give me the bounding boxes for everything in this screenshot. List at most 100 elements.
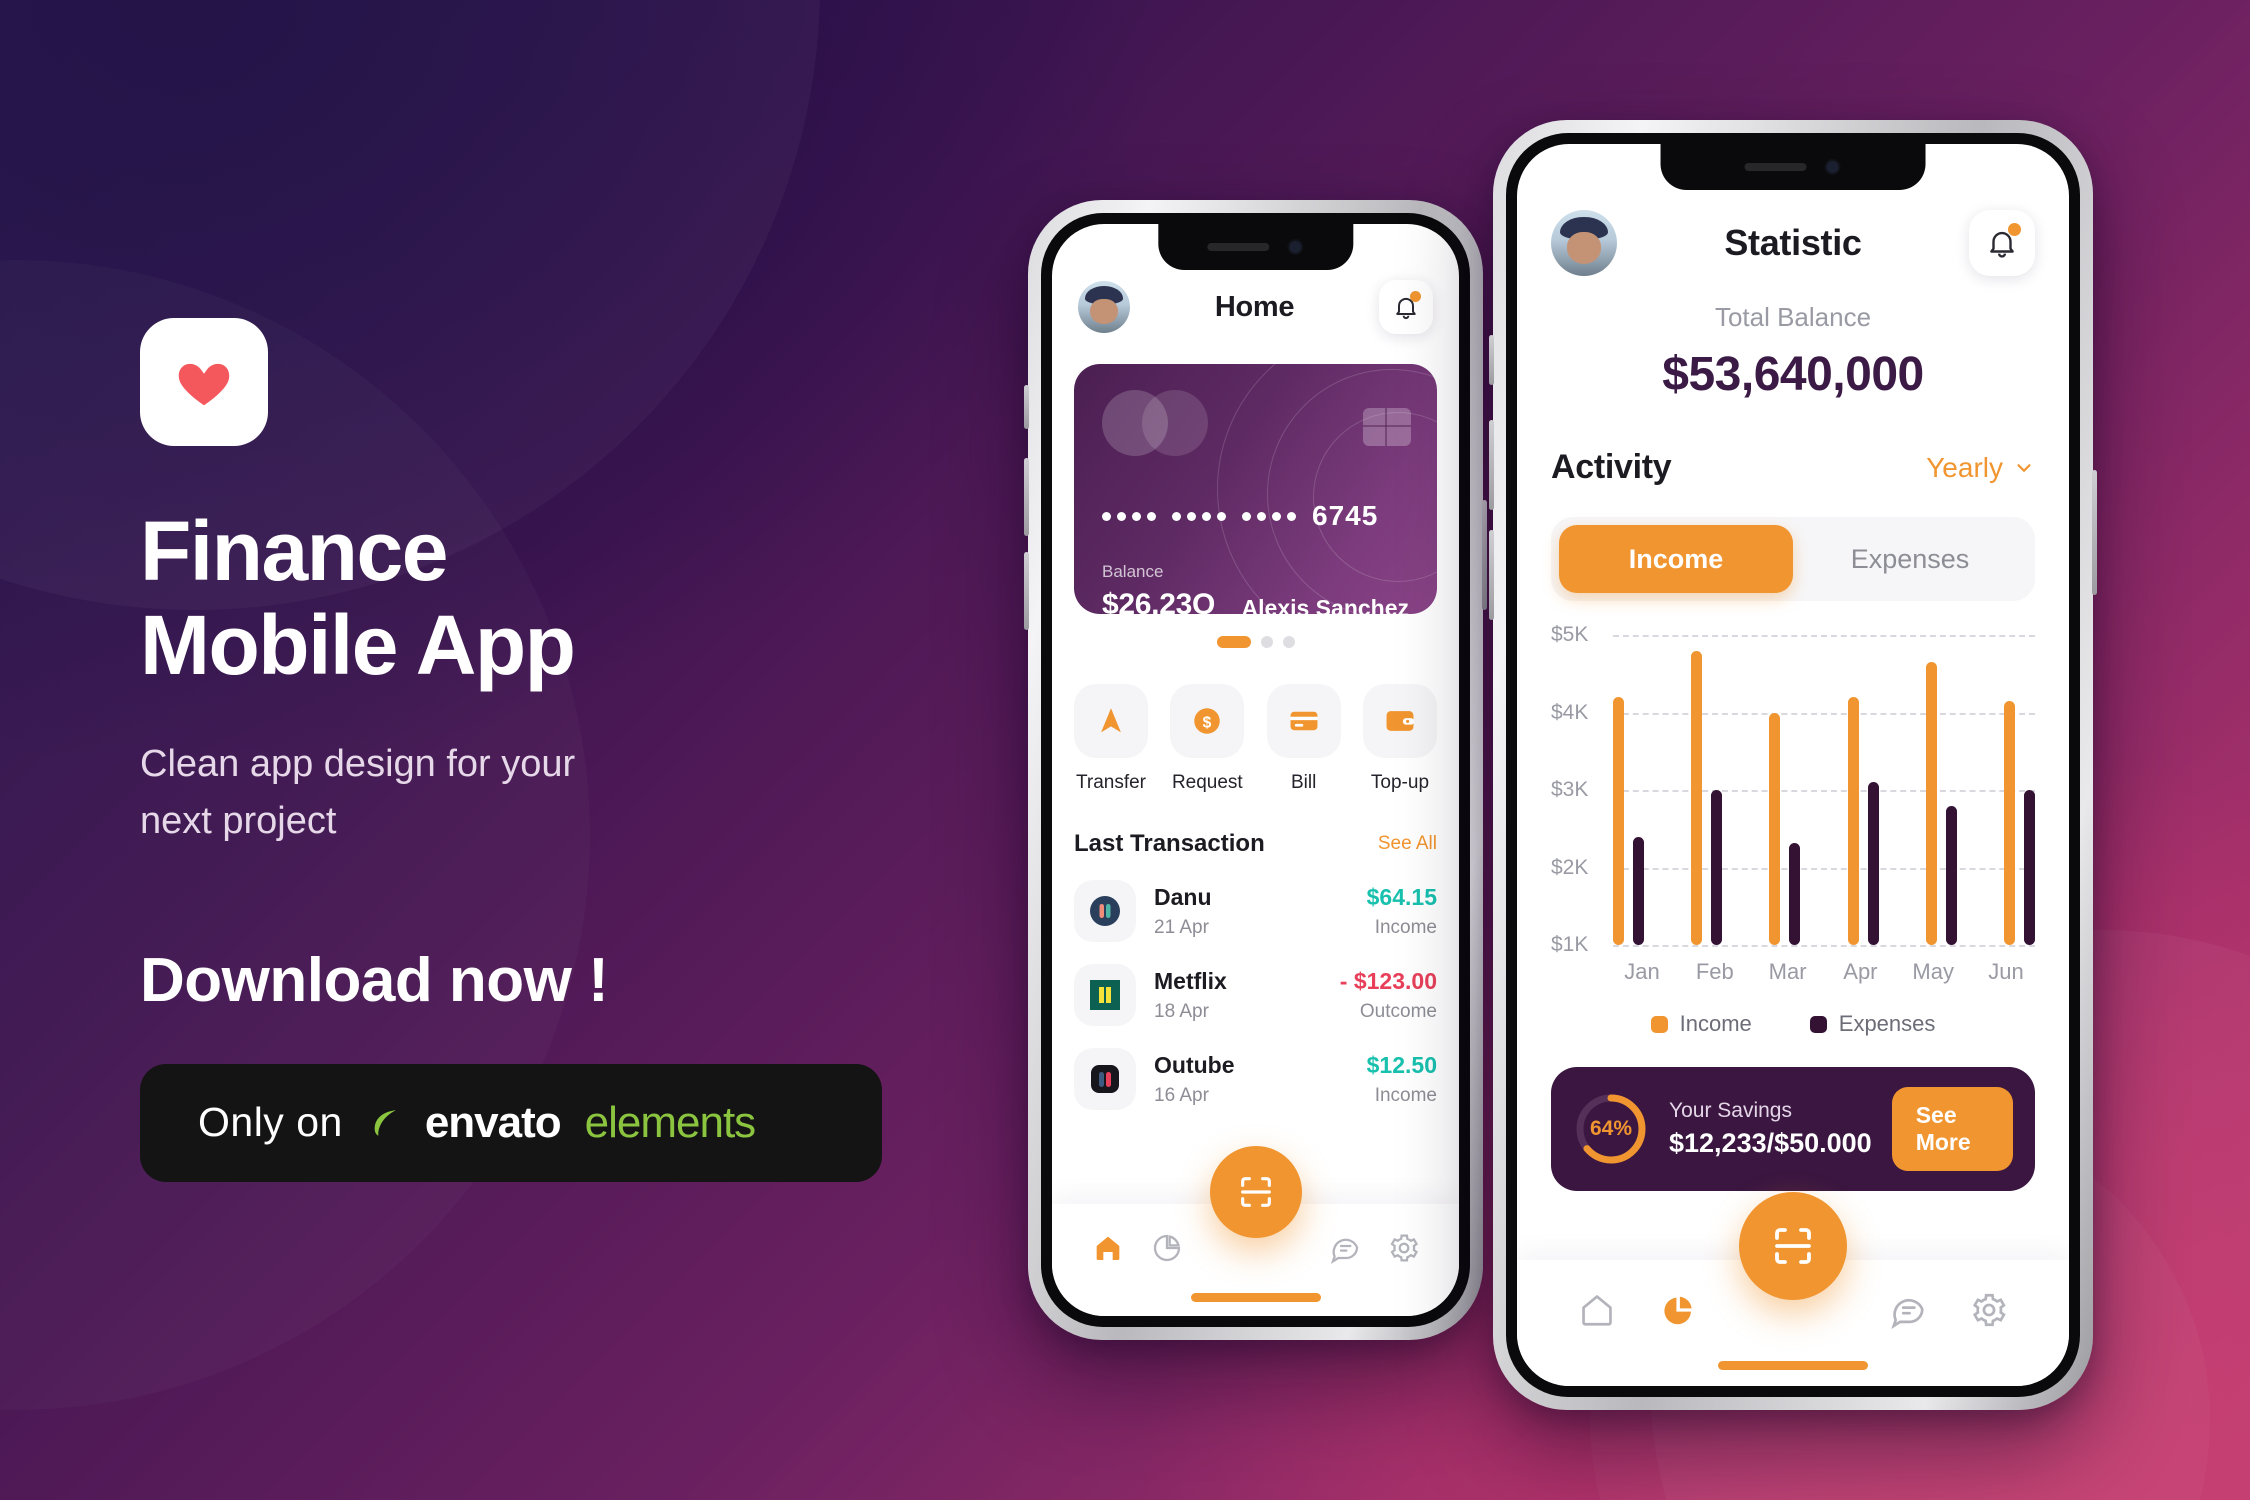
tab-home[interactable] [1578,1291,1616,1334]
front-camera [1824,159,1841,175]
chart-bar-income [1691,650,1703,945]
credit-card[interactable]: 6745 Balance $26,23O Alexis Sanchez [1074,364,1437,614]
card-balance-label: Balance [1102,562,1164,581]
see-all-link[interactable]: See All [1378,833,1437,855]
app-logo [140,318,268,447]
tab-home[interactable] [1092,1232,1124,1269]
home-icon [1582,1294,1612,1326]
dollar-circle-icon: $ [1194,708,1221,734]
tab-settings[interactable] [1970,1291,2008,1334]
wallet-icon [1386,711,1415,731]
quick-action-topup[interactable]: Top-up [1362,684,1437,794]
pagination-dot[interactable] [1282,636,1295,648]
volume-up-button[interactable] [1024,458,1029,536]
pie-chart-icon [1153,1234,1180,1261]
chevron-down-icon [2017,463,2031,472]
savings-card[interactable]: 64% Your Savings $12,233/$50.000 See Mor… [1551,1067,2035,1191]
total-balance-value: $53,640,000 [1662,348,1924,401]
pagination-dot[interactable] [1260,636,1273,648]
savings-progress-ring: 64% [1573,1091,1649,1167]
transaction-info: Danu 21 Apr [1154,884,1349,939]
chart-y-tick-label: $3K [1551,778,1589,801]
card-pagination[interactable] [1052,636,1459,648]
send-icon [1101,708,1121,733]
legend-swatch-expenses [1809,1015,1827,1033]
tab-settings[interactable] [1388,1232,1420,1269]
legend-item-expenses: Expenses [1809,1011,1935,1037]
transaction-info: Outube 16 Apr [1154,1052,1349,1107]
chart-bar-income [1613,697,1624,945]
volume-down-button[interactable] [1489,530,1494,620]
badge-prefix-label: Only on [198,1099,343,1146]
quick-action-bill[interactable]: Bill [1266,684,1341,794]
chart-y-tick-label: $1K [1551,933,1589,956]
transaction-logo [1074,964,1136,1026]
pie-chart-icon [1663,1296,1692,1324]
mute-switch[interactable] [1024,385,1029,429]
pagination-dot-active[interactable] [1216,636,1251,648]
notification-button[interactable] [1968,210,2035,276]
metflix-logo-icon [1090,980,1120,1010]
chart-bars [1613,635,2035,945]
mute-switch[interactable] [1489,335,1494,385]
gear-icon [1390,1233,1418,1262]
scan-fab-button[interactable] [1209,1146,1302,1238]
section-title: Last Transaction [1074,830,1265,857]
transaction-logo [1074,880,1136,942]
scan-icon [1775,1228,1811,1264]
transaction-amount: $64.15 [1366,883,1437,910]
transaction-row[interactable]: Metflix 18 Apr - $123.00 Outcome [1052,942,1459,1026]
transaction-date: 18 Apr [1154,1000,1209,1022]
scan-fab-button[interactable] [1739,1192,1847,1300]
see-more-button[interactable]: See More [1891,1087,2013,1171]
transaction-type: Income [1374,1084,1437,1106]
quick-action-request[interactable]: $ Request [1170,684,1245,794]
tab-income[interactable]: Income [1559,525,1793,593]
volume-down-button[interactable] [1024,552,1029,630]
transaction-name: Outube [1154,1051,1235,1078]
chart-bar-group [1613,697,1644,945]
masked-digit-group [1242,511,1296,521]
chart-bar-expenses [2023,790,2035,945]
earpiece-speaker [1207,243,1270,251]
notification-badge-dot [1410,291,1421,302]
power-button[interactable] [1482,500,1487,610]
home-indicator [1190,1293,1321,1302]
page-title: Home [1214,290,1295,323]
chat-icon [1330,1238,1358,1264]
notification-button[interactable] [1379,280,1433,334]
envato-elements-badge[interactable]: Only on envato elements [140,1063,882,1182]
svg-text:$: $ [1203,714,1212,731]
chart-legend: Income Expenses [1551,1011,2035,1037]
phone-notch [1660,144,1926,190]
volume-up-button[interactable] [1489,420,1494,510]
cta-heading: Download now ! [140,945,609,1015]
transaction-row[interactable]: Danu 21 Apr $64.15 Income [1052,858,1459,942]
avatar[interactable] [1551,210,1617,276]
transaction-amount-block: - $123.00 Outcome [1340,968,1437,1023]
transaction-amount-block: $64.15 Income [1367,884,1437,939]
chart-gridline [1613,945,2035,947]
section-title: Activity [1551,448,1672,486]
transaction-row[interactable]: Outube 16 Apr $12.50 Income [1052,1026,1459,1110]
chart-bar-group [1847,697,1879,945]
transaction-name: Metflix [1154,967,1227,994]
tab-expenses[interactable]: Expenses [1793,525,2027,593]
quick-action-label: Request [1171,772,1243,793]
tab-chat[interactable] [1329,1232,1361,1269]
danu-logo-icon [1090,896,1120,926]
heart-icon [178,364,230,406]
legend-label: Income [1679,1011,1752,1036]
envato-leaf-icon [374,1110,396,1136]
quick-action-transfer[interactable]: Transfer [1074,684,1148,794]
page-title: Statistic [1724,222,1862,263]
tab-statistic[interactable] [1659,1291,1697,1334]
period-selector[interactable]: Yearly [1926,452,2035,484]
tab-statistic[interactable] [1151,1232,1183,1269]
period-value: Yearly [1926,451,2003,483]
chart-x-axis: Jan Feb Mar Apr May Jun [1613,959,2035,985]
tab-chat[interactable] [1889,1291,1927,1334]
avatar[interactable] [1078,281,1130,333]
power-button[interactable] [2092,470,2097,595]
card-number: 6745 [1102,500,1409,532]
